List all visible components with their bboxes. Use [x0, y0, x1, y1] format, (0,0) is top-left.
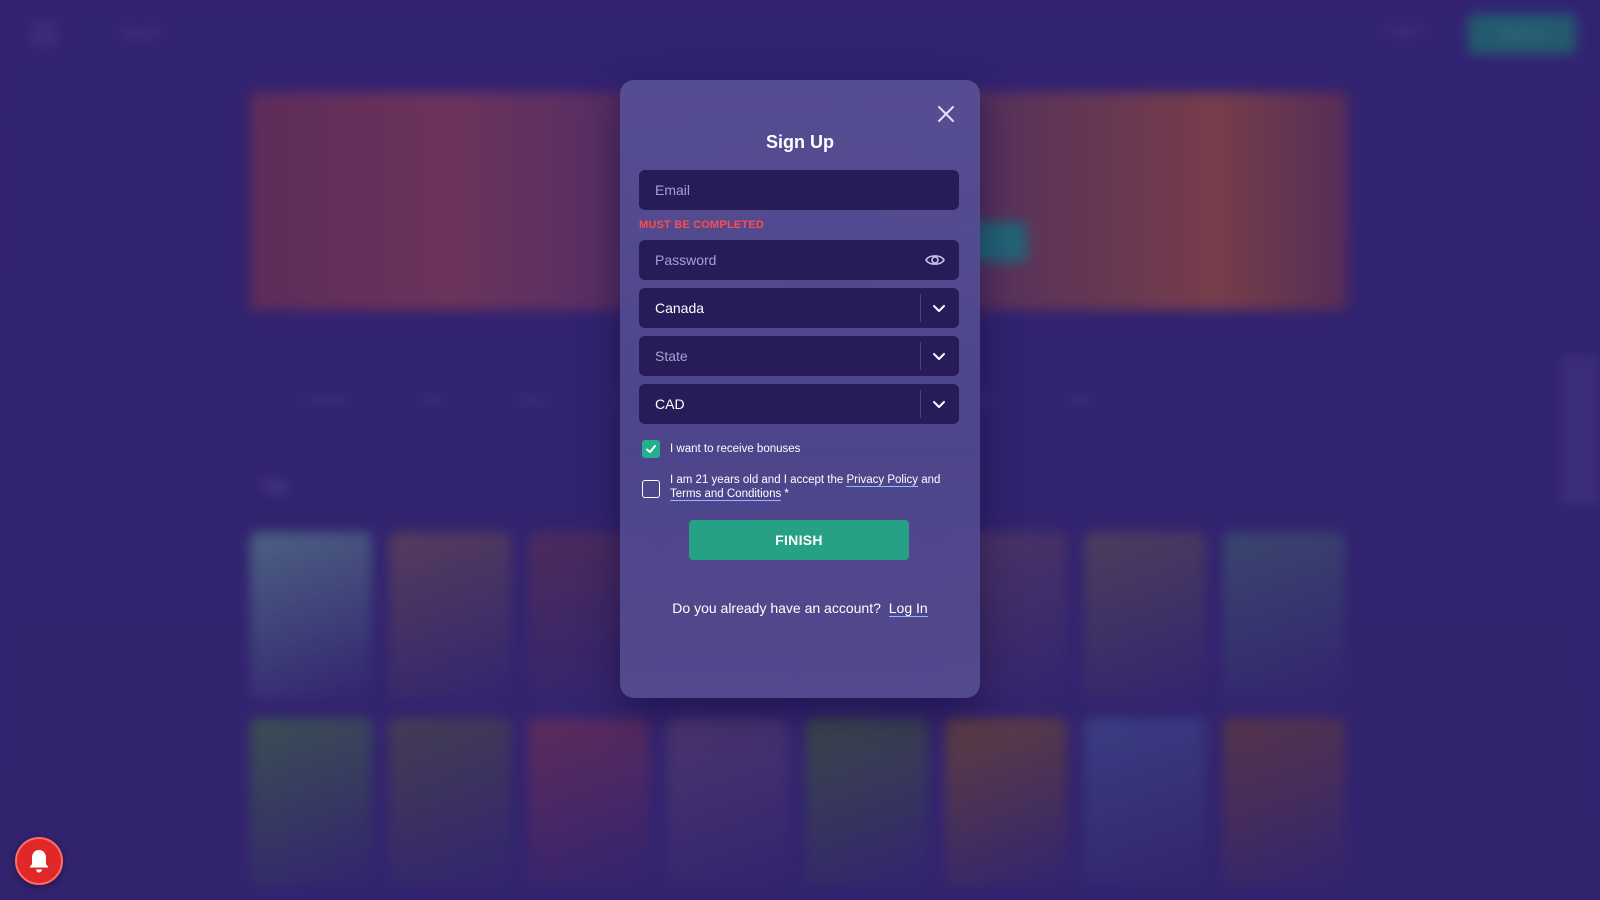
- email-input[interactable]: [655, 182, 943, 198]
- signup-modal: Sign Up MUST BE COMPLETED Canada State C…: [620, 80, 980, 698]
- login-link[interactable]: Log In: [888, 600, 928, 617]
- bonus-option: I want to receive bonuses: [642, 440, 800, 458]
- currency-value: CAD: [655, 396, 685, 412]
- modal-title: Sign Up: [766, 132, 834, 152]
- finish-button[interactable]: FINISH: [689, 520, 909, 560]
- required-mark: *: [781, 488, 789, 500]
- age-text-2: and: [918, 474, 941, 486]
- chevron-down-icon: [933, 353, 945, 360]
- currency-select[interactable]: CAD: [639, 384, 959, 424]
- bonus-label: I want to receive bonuses: [670, 443, 801, 455]
- checkmark-icon: [646, 445, 656, 453]
- login-prompt: Do you already have an account? Log In: [620, 600, 980, 617]
- notification-bell-button[interactable]: [15, 837, 63, 885]
- chevron-down-icon: [933, 305, 945, 312]
- country-select[interactable]: Canada: [639, 288, 959, 328]
- age-terms-label: I am 21 years old and I accept the Priva…: [670, 473, 950, 501]
- password-field[interactable]: [639, 240, 959, 280]
- close-button[interactable]: [934, 102, 958, 126]
- account-prompt-text: Do you already have an account?: [672, 600, 881, 616]
- bell-icon: [29, 850, 49, 873]
- bonus-checkbox[interactable]: [642, 440, 660, 458]
- chevron-down-icon: [933, 401, 945, 408]
- country-value: Canada: [655, 300, 705, 316]
- terms-link[interactable]: Terms and Conditions: [670, 488, 782, 501]
- privacy-policy-link[interactable]: Privacy Policy: [846, 474, 919, 487]
- close-icon: [938, 106, 954, 122]
- select-divider: [920, 390, 921, 418]
- age-terms-checkbox[interactable]: [642, 480, 660, 498]
- email-field[interactable]: [639, 170, 959, 210]
- select-divider: [920, 342, 921, 370]
- email-error-message: MUST BE COMPLETED: [639, 219, 765, 231]
- select-divider: [920, 294, 921, 322]
- eye-icon: [925, 255, 945, 265]
- state-placeholder: State: [655, 348, 688, 364]
- state-select[interactable]: State: [639, 336, 959, 376]
- age-terms-option: I am 21 years old and I accept the Priva…: [642, 473, 950, 501]
- show-password-button[interactable]: [925, 251, 945, 269]
- password-input[interactable]: [655, 252, 943, 268]
- age-text-1: I am 21 years old and I accept the: [670, 474, 847, 486]
